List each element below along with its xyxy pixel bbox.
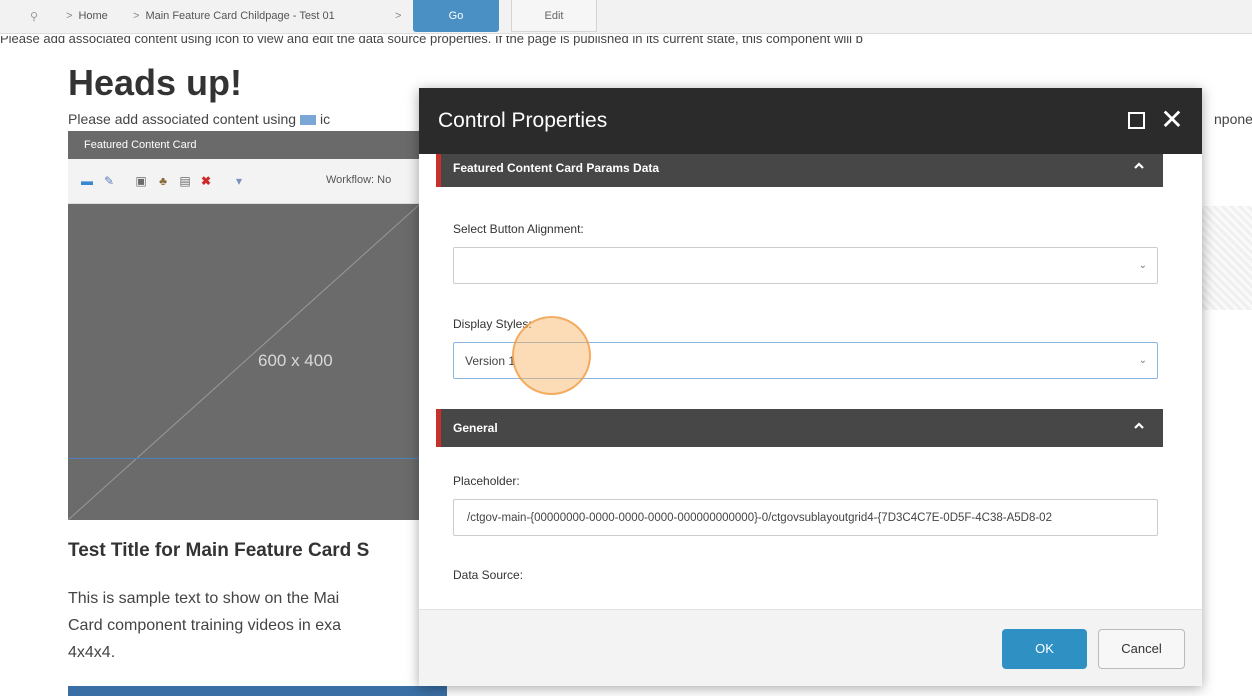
chevron-up-icon[interactable] [1133,420,1145,432]
workflow-status: Workflow: No [326,174,392,186]
datasource-dropdown-icon[interactable]: ▾ [232,174,246,188]
maximize-icon[interactable] [1128,112,1145,129]
dialog-footer: OK Cancel [419,609,1202,686]
breadcrumb-separator: > [395,10,402,22]
layout-icon[interactable]: ▣ [134,174,148,188]
section-title: General [453,421,498,435]
window-icon[interactable]: ▤ [178,174,192,188]
button-alignment-select[interactable]: ⌄ [453,247,1158,284]
datasource-icon [300,115,317,126]
dialog-header: Control Properties ✕ [419,88,1202,154]
edit-button[interactable]: Edit [511,0,597,32]
chevron-down-icon: ⌄ [1138,260,1147,271]
card-cta-button[interactable] [68,686,447,696]
cancel-button[interactable]: Cancel [1098,629,1185,669]
breadcrumb: ⚲ > Home > Main Feature Card Childpage - T… [0,0,1252,34]
display-styles-label: Display Styles: [453,317,532,331]
ok-button[interactable]: OK [1002,629,1087,669]
edit-pencil-icon[interactable]: ✎ [102,174,116,188]
field-value: /ctgov-main-{00000000-0000-0000-0000-000… [467,512,1052,524]
section-params-data[interactable]: Featured Content Card Params Data [436,154,1163,187]
click-indicator [512,316,591,395]
close-icon[interactable]: ✕ [1160,106,1184,134]
go-button[interactable]: Go [413,0,499,32]
placeholder-field[interactable]: /ctgov-main-{00000000-0000-0000-0000-000… [453,499,1158,536]
clipped-notice-text: Please add associated content using icon… [0,36,863,46]
button-alignment-label: Select Button Alignment: [453,222,584,236]
image-dimensions: 600 x 400 [258,351,333,370]
breadcrumb-item-page[interactable]: > Main Feature Card Childpage - Test 01 [133,10,335,22]
selection-line [68,458,420,459]
chevron-down-icon: ⌄ [1138,355,1147,366]
placeholder-label: Placeholder: [453,474,520,488]
notice-text: Please add associated content using ic [68,111,331,127]
dialog-title: Control Properties [438,109,608,132]
section-general[interactable]: General [436,409,1163,447]
card-body: This is sample text to show on the Mai C… [68,585,420,666]
notice-text-tail: nponer [1214,111,1252,127]
users-icon[interactable]: ♣ [156,174,170,188]
featured-card-header: Featured Content Card [68,131,420,159]
card-body-line: This is sample text to show on the Mai [68,590,340,607]
delete-icon[interactable]: ✖ [199,174,213,188]
sitemap-icon[interactable]: ⚲ [30,10,40,24]
page-heading: Heads up! [68,62,243,103]
placeholder-diagonal [68,204,420,520]
section-title: Featured Content Card Params Data [453,161,660,175]
monitor-icon[interactable]: ▬ [80,174,94,188]
select-value: Version 1 [465,354,516,368]
card-title: Test Title for Main Feature Card S [68,540,370,561]
breadcrumb-item-home[interactable]: > Home [66,10,108,22]
card-body-line: Card component training videos in exa [68,617,342,634]
featured-card-toolbar: ▬ ✎ ▣ ♣ ▤ ✖ ▾ Workflow: No [68,159,420,204]
card-body-line: 4x4x4. [68,644,116,661]
image-placeholder: 600 x 400 [68,204,420,520]
data-source-label: Data Source: [453,568,524,582]
chevron-up-icon[interactable] [1133,160,1145,172]
